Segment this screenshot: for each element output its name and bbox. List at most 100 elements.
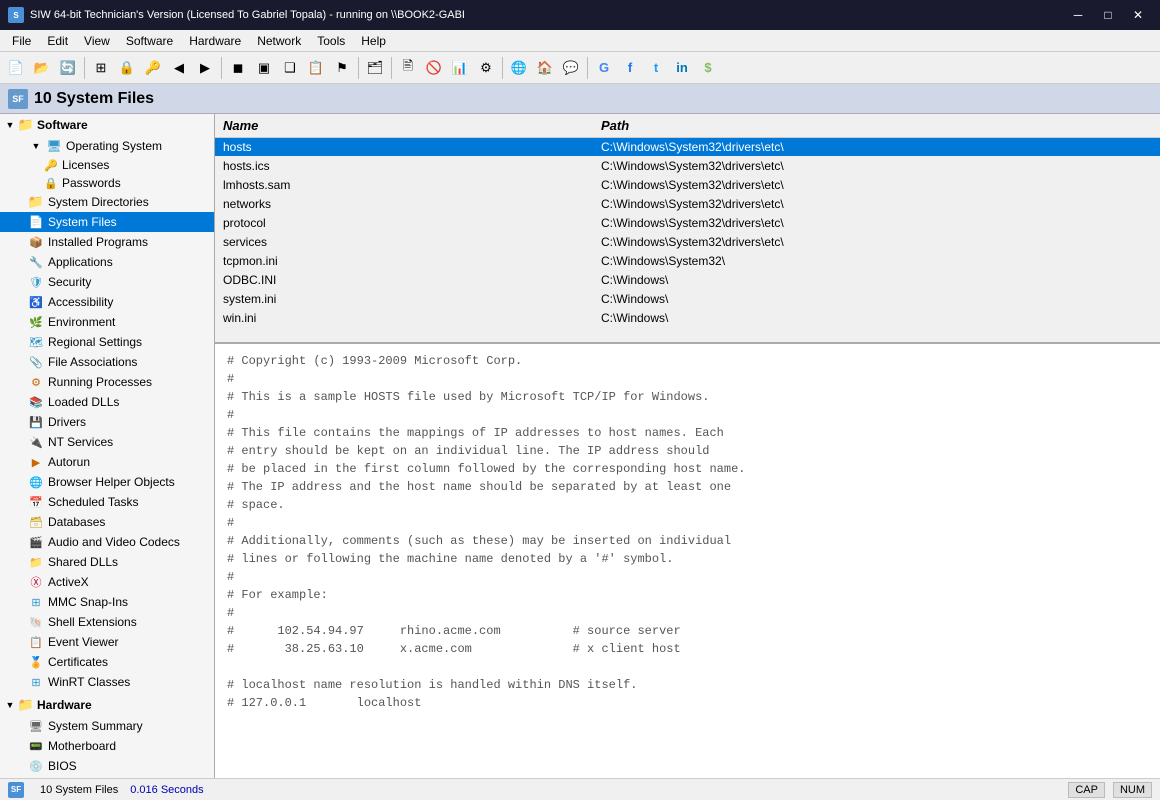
security-icon: 🛡 [28, 274, 44, 290]
sidebar-item-file-associations[interactable]: 📎 File Associations [0, 352, 214, 372]
sidebar-item-audio-video-codecs[interactable]: 🎬 Audio and Video Codecs [0, 532, 214, 552]
text-line: # For example: [227, 586, 1148, 604]
table-row[interactable]: hostsC:\Windows\System32\drivers\etc\ [215, 138, 1160, 157]
sidebar-item-event-viewer[interactable]: 📋 Event Viewer [0, 632, 214, 652]
software-label: Software [37, 118, 88, 132]
sidebar-item-winrt-classes[interactable]: ⊞ WinRT Classes [0, 672, 214, 692]
sidebar-item-loaded-dlls[interactable]: 📚 Loaded DLLs [0, 392, 214, 412]
toolbar-copy[interactable]: 📋 [304, 56, 328, 80]
sidebar-item-system-summary[interactable]: 🖥 System Summary [0, 716, 214, 736]
table-row[interactable]: lmhosts.samC:\Windows\System32\drivers\e… [215, 176, 1160, 195]
table-row[interactable]: win.iniC:\Windows\ [215, 309, 1160, 328]
sidebar-item-licenses[interactable]: 🔑 Licenses [0, 156, 214, 174]
toolbar-square2[interactable]: ▣ [252, 56, 276, 80]
toolbar-stop[interactable]: 🚫 [422, 56, 446, 80]
toolbar-in[interactable]: in [670, 56, 694, 80]
sidebar-item-system-directories[interactable]: 📁 System Directories [0, 192, 214, 212]
sidebar-item-scheduled-tasks[interactable]: 📅 Scheduled Tasks [0, 492, 214, 512]
sidebar-item-running-processes[interactable]: ⚙ Running Processes [0, 372, 214, 392]
table-row[interactable]: hosts.icsC:\Windows\System32\drivers\etc… [215, 157, 1160, 176]
toolbar-open[interactable]: 📂 [30, 56, 54, 80]
sidebar-item-drivers[interactable]: 💾 Drivers [0, 412, 214, 432]
sidebar-item-certificates[interactable]: 🏅 Certificates [0, 652, 214, 672]
maximize-button[interactable]: □ [1094, 5, 1122, 25]
toolbar-gear[interactable]: ⚙ [474, 56, 498, 80]
sidebar-item-databases[interactable]: 🗃 Databases [0, 512, 214, 532]
cell-path: C:\Windows\ [593, 271, 1160, 290]
toolbar-key[interactable]: 🔑 [141, 56, 165, 80]
menu-edit[interactable]: Edit [39, 30, 76, 52]
toolbar-icon3[interactable]: 📊 [448, 56, 472, 80]
sidebar-item-environment[interactable]: 🌿 Environment [0, 312, 214, 332]
bho-icon: 🌐 [28, 474, 44, 490]
sidebar-item-security[interactable]: 🛡 Security [0, 272, 214, 292]
toolbar-icon1[interactable]: 🖹 [396, 56, 420, 80]
table-row[interactable]: ODBC.INIC:\Windows\ [215, 271, 1160, 290]
text-line: # 38.25.63.10 x.acme.com # x client host [227, 640, 1148, 658]
sidebar-item-operating-system[interactable]: ▼ 🖥 Operating System [0, 136, 214, 156]
activex-label: ActiveX [48, 575, 89, 589]
sidebar-item-nt-services[interactable]: 🔌 NT Services [0, 432, 214, 452]
toolbar-g[interactable]: G [592, 56, 616, 80]
sidebar-item-bios[interactable]: 💿 BIOS [0, 756, 214, 776]
sidebar-item-regional-settings[interactable]: 🗺 Regional Settings [0, 332, 214, 352]
toolbar-square3[interactable]: ❑ [278, 56, 302, 80]
sysfiles-label: System Files [48, 215, 117, 229]
text-line: # 102.54.94.97 rhino.acme.com # source s… [227, 622, 1148, 640]
sidebar-item-applications[interactable]: 🔧 Applications [0, 252, 214, 272]
sidebar-item-autorun[interactable]: ▶ Autorun [0, 452, 214, 472]
cell-name: networks [215, 195, 593, 214]
menu-software[interactable]: Software [118, 30, 181, 52]
sidebar-item-accessibility[interactable]: ♿ Accessibility [0, 292, 214, 312]
menu-hardware[interactable]: Hardware [181, 30, 249, 52]
sidebar-item-shared-dlls[interactable]: 📁 Shared DLLs [0, 552, 214, 572]
table-row[interactable]: networksC:\Windows\System32\drivers\etc\ [215, 195, 1160, 214]
fileassoc-icon: 📎 [28, 354, 44, 370]
table-row[interactable]: protocolC:\Windows\System32\drivers\etc\ [215, 214, 1160, 233]
codecs-label: Audio and Video Codecs [48, 535, 180, 549]
minimize-button[interactable]: ─ [1064, 5, 1092, 25]
menu-file[interactable]: File [4, 30, 39, 52]
cell-path: C:\Windows\System32\drivers\etc\ [593, 157, 1160, 176]
status-icon: SF [8, 782, 24, 798]
sidebar-item-installed-programs[interactable]: 📦 Installed Programs [0, 232, 214, 252]
toolbar-chat[interactable]: 💬 [559, 56, 583, 80]
table-row[interactable]: servicesC:\Windows\System32\drivers\etc\ [215, 233, 1160, 252]
menu-network[interactable]: Network [249, 30, 309, 52]
menu-tools[interactable]: Tools [309, 30, 353, 52]
toolbar-ie[interactable]: 🌐 [507, 56, 531, 80]
cell-path: C:\Windows\System32\drivers\etc\ [593, 176, 1160, 195]
toolbar-new[interactable]: 📄 [4, 56, 28, 80]
toolbar-folder-net[interactable]: 🗂 [363, 56, 387, 80]
toolbar-f[interactable]: f [618, 56, 642, 80]
toolbar-arrow-left[interactable]: ◀ [167, 56, 191, 80]
sidebar-item-shell-extensions[interactable]: 🐚 Shell Extensions [0, 612, 214, 632]
security-label: Security [48, 275, 91, 289]
window-title: SIW 64-bit Technician's Version (License… [30, 9, 1064, 21]
menu-view[interactable]: View [76, 30, 118, 52]
toolbar-square1[interactable]: ◼ [226, 56, 250, 80]
close-button[interactable]: ✕ [1124, 5, 1152, 25]
menu-help[interactable]: Help [353, 30, 394, 52]
sidebar-section-hardware[interactable]: ▼ 📁 Hardware [0, 694, 214, 716]
sidebar-item-motherboard[interactable]: 📟 Motherboard [0, 736, 214, 756]
table-row[interactable]: system.iniC:\Windows\ [215, 290, 1160, 309]
toolbar-t[interactable]: t [644, 56, 668, 80]
text-line: # Additionally, comments (such as these)… [227, 532, 1148, 550]
toolbar-dollar[interactable]: $ [696, 56, 720, 80]
toolbar-home[interactable]: 🏠 [533, 56, 557, 80]
toolbar-grid[interactable]: ⊞ [89, 56, 113, 80]
toolbar-refresh[interactable]: 🔄 [56, 56, 80, 80]
sidebar-section-software[interactable]: ▼ 📁 Software [0, 114, 214, 136]
sidebar-item-passwords[interactable]: 🔒 Passwords [0, 174, 214, 192]
toolbar-lock[interactable]: 🔒 [115, 56, 139, 80]
sidebar-item-system-files[interactable]: 📄 System Files [0, 212, 214, 232]
sidebar-item-activex[interactable]: Ⓧ ActiveX [0, 572, 214, 592]
toolbar-arrow-right[interactable]: ▶ [193, 56, 217, 80]
syssum-icon: 🖥 [28, 718, 44, 734]
shared-icon: 📁 [28, 554, 44, 570]
toolbar-flag[interactable]: ⚑ [330, 56, 354, 80]
sidebar-item-mmc-snapins[interactable]: ⊞ MMC Snap-Ins [0, 592, 214, 612]
sidebar-item-browser-helper-objects[interactable]: 🌐 Browser Helper Objects [0, 472, 214, 492]
table-row[interactable]: tcpmon.iniC:\Windows\System32\ [215, 252, 1160, 271]
